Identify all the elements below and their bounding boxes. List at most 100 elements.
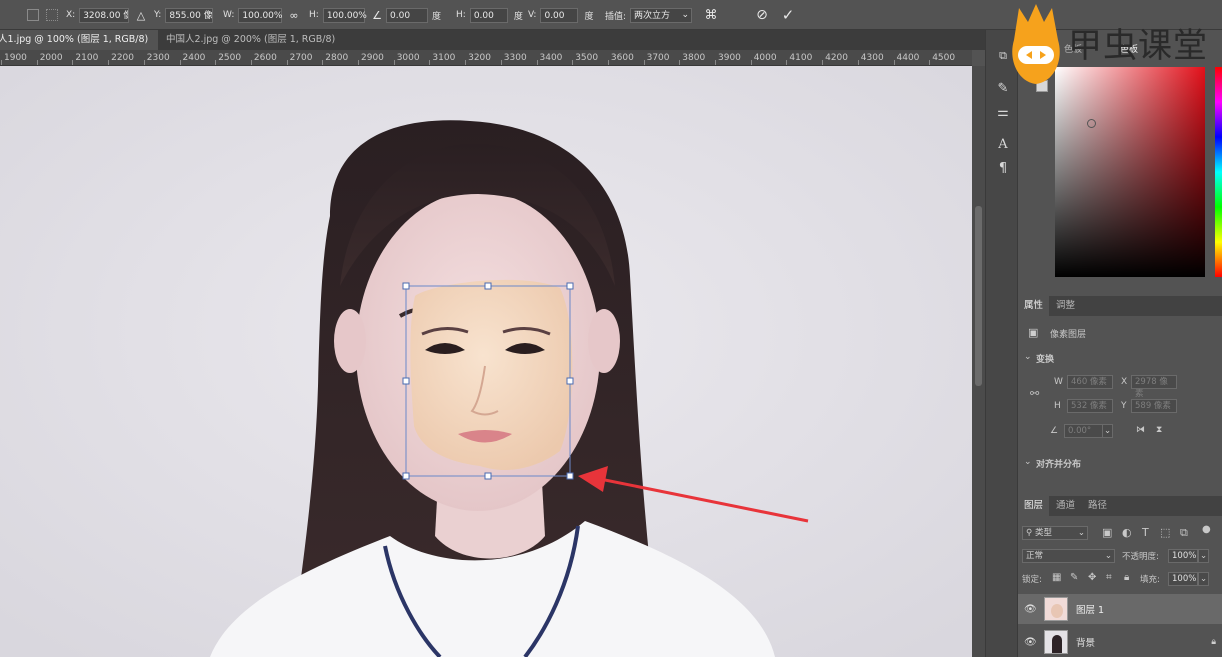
chevron-down-icon[interactable]: ⌄ [1024, 457, 1032, 467]
filter-smart-object-icon[interactable]: ⧉ [1180, 526, 1188, 540]
ruler-tick-label: 3400 [539, 53, 563, 63]
visibility-eye-icon[interactable]: 👁︎ [1024, 604, 1038, 615]
transform-handle[interactable] [566, 282, 574, 290]
flip-vertical-icon[interactable]: ⧗ [1156, 425, 1162, 435]
lock-all-icon[interactable]: 🔒︎ [1124, 572, 1129, 583]
reference-point-grid-icon[interactable] [46, 9, 58, 21]
hue-slider[interactable] [1215, 67, 1222, 277]
interpolation-select[interactable]: 两次立方 ⌄ [630, 7, 693, 23]
filter-shape-icon[interactable]: ⬚ [1160, 526, 1170, 539]
scrollbar-thumb[interactable] [975, 206, 982, 386]
ruler-tick [786, 60, 788, 65]
chevron-down-icon: ⌄ [1104, 551, 1112, 561]
filter-toggle-icon[interactable]: ● [1202, 524, 1211, 535]
layer-thumbnail [1044, 630, 1068, 654]
angle-input[interactable]: 0.00 [386, 7, 428, 23]
ruler-tick [286, 60, 288, 65]
interpolation-label: 插值: [605, 11, 627, 22]
paragraph-icon[interactable]: ¶ [993, 158, 1013, 178]
angle-input[interactable]: 0.00° [1064, 424, 1104, 438]
transform-handle[interactable] [402, 282, 410, 290]
layer-row-background[interactable]: 👁︎ 背景 🔒︎ [1018, 627, 1222, 657]
transform-handle[interactable] [484, 472, 492, 480]
transform-handle[interactable] [484, 282, 492, 290]
transform-handle[interactable] [566, 472, 574, 480]
color-field[interactable] [1055, 67, 1205, 277]
ruler-tick [643, 60, 645, 65]
y-input[interactable]: 589 像素 [1131, 399, 1177, 413]
flip-horizontal-icon[interactable]: ⧒ [1136, 425, 1145, 435]
chevron-down-icon: ⌄ [1077, 528, 1085, 538]
w-field-group: W: 100.00% [223, 7, 282, 23]
tab-document-1[interactable]: 人1.jpg @ 100% (图层 1, RGB/8) *× [0, 30, 158, 65]
tab-channels[interactable]: 通道 [1050, 496, 1081, 516]
filter-pixel-icon[interactable]: ▣ [1102, 526, 1112, 539]
ruler-tick-label: 3300 [503, 53, 527, 63]
tab-document-2[interactable]: 中国人2.jpg @ 200% (图层 1, RGB/8) *× [162, 30, 352, 65]
filter-type-icon[interactable]: T [1142, 526, 1149, 539]
chevron-down-icon[interactable]: ⌄ [1024, 352, 1032, 362]
fill-input[interactable]: 100% [1168, 572, 1198, 586]
h-input[interactable]: 532 像素 [1067, 399, 1113, 413]
lock-position-icon[interactable]: ✥ [1088, 572, 1096, 583]
adjustments-sliders-icon[interactable]: ⚌ [993, 102, 1013, 122]
y-label: Y [1121, 401, 1127, 411]
ruler-tick-label: 3000 [396, 53, 420, 63]
align-distribute-title[interactable]: 对齐并分布 [1036, 457, 1081, 470]
pixel-layer-icon: ▣ [1028, 326, 1039, 339]
lock-artboard-icon[interactable]: ⌗ [1106, 572, 1112, 583]
layer-name[interactable]: 背景 [1076, 635, 1095, 649]
thumbnail-person-icon [1052, 635, 1062, 653]
lock-paint-icon[interactable]: ✎ [1070, 572, 1078, 583]
commit-transform-icon[interactable]: ✓ [779, 6, 797, 24]
h-field-group: H: 100.00% [309, 7, 367, 23]
w-input[interactable]: 100.00% [238, 7, 282, 23]
x-input[interactable]: 2978 像素 [1131, 375, 1177, 399]
angle-dropdown-chevron-icon[interactable]: ⌄ [1102, 424, 1113, 438]
y-input[interactable]: 855.00 像素 [165, 7, 214, 23]
color-picker-cursor[interactable] [1087, 119, 1096, 128]
tab-properties[interactable]: 属性 [1018, 296, 1050, 316]
transform-handle[interactable] [566, 377, 574, 385]
vertical-scrollbar[interactable] [972, 66, 985, 657]
transform-section-title[interactable]: 变换 [1036, 352, 1054, 365]
tab-adjustments[interactable]: 调整 [1050, 296, 1081, 316]
document-canvas[interactable] [0, 66, 972, 657]
ruler-tick-label: 4200 [825, 53, 848, 63]
reference-point-toggle[interactable] [27, 9, 39, 21]
tab-layers[interactable]: 图层 [1018, 496, 1050, 516]
w-input[interactable]: 460 像素 [1067, 375, 1113, 389]
filter-adjustment-icon[interactable]: ◐ [1122, 526, 1132, 539]
x-input[interactable]: 3208.00 像素 [79, 7, 130, 23]
link-icon[interactable]: ⚯ [1030, 387, 1039, 400]
link-proportions-icon[interactable]: ∞ [285, 6, 303, 24]
hskew-input[interactable]: 0.00 [469, 7, 508, 23]
ruler-tick [536, 60, 538, 65]
character-icon[interactable]: A [993, 134, 1013, 154]
transform-handle[interactable] [402, 472, 410, 480]
blend-mode-select[interactable]: 正常 ⌄ [1022, 549, 1115, 563]
vskew-input[interactable]: 0.00 [540, 7, 579, 23]
vskew-label: V: [528, 10, 537, 20]
hskew-unit: 度 [513, 11, 523, 22]
h-input[interactable]: 100.00% [322, 7, 367, 23]
layer-filter-select[interactable]: ⚲ 类型 ⌄ [1022, 526, 1088, 540]
ruler-tick [500, 60, 502, 65]
opacity-chevron-icon[interactable]: ⌄ [1198, 549, 1209, 563]
layer-row-layer1[interactable]: 👁︎ 图层 1 [1018, 594, 1222, 624]
transform-handle[interactable] [402, 377, 410, 385]
lock-icon: 🔒︎ [1211, 637, 1216, 647]
layer-name[interactable]: 图层 1 [1076, 602, 1104, 616]
tab-paths[interactable]: 路径 [1082, 496, 1113, 516]
fill-chevron-icon[interactable]: ⌄ [1198, 572, 1209, 586]
warp-mode-icon[interactable]: ⌘ [702, 6, 720, 24]
lock-transparent-icon[interactable]: ▦ [1052, 572, 1061, 583]
ruler-tick-label: 2800 [325, 53, 349, 63]
opacity-input[interactable]: 100% [1168, 549, 1198, 563]
delta-icon[interactable]: △ [132, 6, 150, 24]
cancel-transform-icon[interactable]: ⊘ [753, 6, 771, 24]
visibility-eye-icon[interactable]: 👁︎ [1024, 637, 1038, 648]
ruler-tick-label: 3100 [432, 53, 456, 63]
ruler-tick-label: 4300 [860, 53, 884, 63]
layer-thumbnail [1044, 597, 1068, 621]
